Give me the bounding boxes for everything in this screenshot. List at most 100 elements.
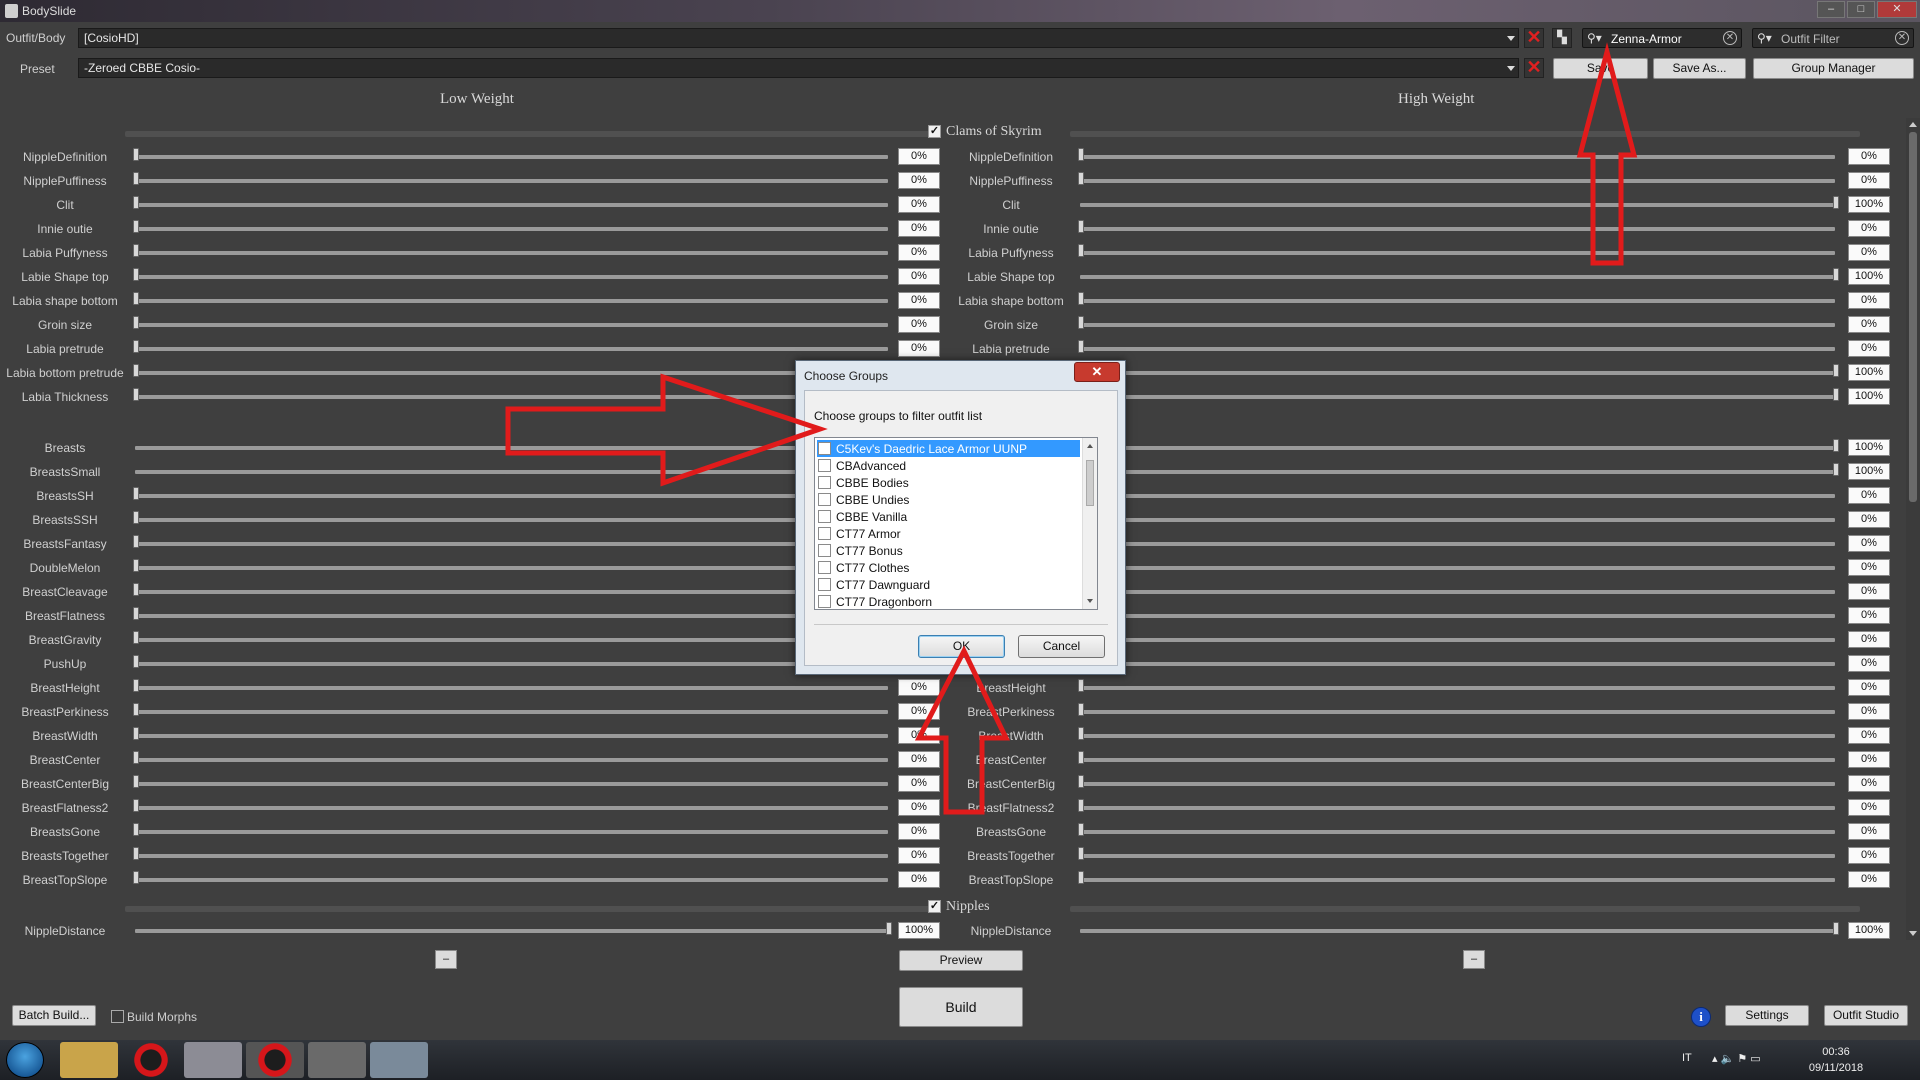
group-filter-search[interactable]: ⚲▾ Zenna-Armor ✕ bbox=[1582, 28, 1742, 48]
slider-track-low[interactable] bbox=[135, 566, 888, 570]
slider-value-high[interactable]: 0% bbox=[1848, 316, 1890, 333]
slider-track-low[interactable] bbox=[135, 179, 888, 183]
slider-track-low[interactable] bbox=[135, 470, 888, 474]
slider-value-low[interactable]: 0% bbox=[898, 148, 940, 165]
slider-value-high[interactable]: 0% bbox=[1848, 847, 1890, 864]
slider-value-high[interactable]: 100% bbox=[1848, 439, 1890, 456]
slider-value-high[interactable]: 0% bbox=[1848, 244, 1890, 261]
slider-thumb-low[interactable] bbox=[133, 679, 139, 692]
group-checkbox[interactable] bbox=[818, 476, 831, 489]
slider-value-high[interactable]: 0% bbox=[1848, 487, 1890, 504]
slider-value-high[interactable]: 100% bbox=[1848, 922, 1890, 939]
clear-search-icon[interactable]: ✕ bbox=[1723, 31, 1737, 45]
slider-track-low[interactable] bbox=[135, 299, 888, 303]
slider-value-high[interactable]: 0% bbox=[1848, 511, 1890, 528]
slider-thumb-high[interactable] bbox=[1078, 316, 1084, 329]
save-as-button[interactable]: Save As... bbox=[1653, 58, 1746, 79]
slider-track-low[interactable] bbox=[135, 251, 888, 255]
slider-track-high[interactable] bbox=[1080, 347, 1835, 351]
slider-track-high[interactable] bbox=[1080, 275, 1835, 279]
slider-scrollbar[interactable] bbox=[1906, 118, 1920, 940]
group-checkbox[interactable] bbox=[818, 493, 831, 506]
slider-track-low[interactable] bbox=[135, 878, 888, 882]
slider-value-high[interactable]: 0% bbox=[1848, 799, 1890, 816]
slider-value-high[interactable]: 0% bbox=[1848, 775, 1890, 792]
slider-value-high[interactable]: 0% bbox=[1848, 220, 1890, 237]
slider-thumb-low[interactable] bbox=[133, 631, 139, 644]
slider-track-low[interactable] bbox=[135, 710, 888, 714]
slider-value-low[interactable]: 0% bbox=[898, 172, 940, 189]
slider-value-high[interactable]: 100% bbox=[1848, 196, 1890, 213]
slider-value-high[interactable]: 100% bbox=[1848, 463, 1890, 480]
clear-search-icon[interactable]: ✕ bbox=[1895, 31, 1909, 45]
slider-thumb-low[interactable] bbox=[133, 268, 139, 281]
slider-thumb-high[interactable] bbox=[1078, 823, 1084, 836]
explorer-taskbar-icon[interactable] bbox=[60, 1042, 118, 1078]
slider-value-high[interactable]: 0% bbox=[1848, 292, 1890, 309]
clock-time[interactable]: 00:36 bbox=[1806, 1046, 1866, 1058]
slider-track-high[interactable] bbox=[1080, 470, 1835, 474]
collapse-low-button[interactable]: – bbox=[435, 950, 457, 969]
slider-value-high[interactable]: 0% bbox=[1848, 559, 1890, 576]
maximize-button[interactable]: □ bbox=[1847, 1, 1875, 18]
scroll-down-icon[interactable] bbox=[1087, 599, 1093, 603]
group-checkbox[interactable] bbox=[818, 578, 831, 591]
slider-track-low[interactable] bbox=[135, 227, 888, 231]
bodyslide-taskbar-icon[interactable] bbox=[308, 1042, 366, 1078]
slider-track-low[interactable] bbox=[135, 395, 888, 399]
paint-taskbar-icon[interactable] bbox=[370, 1042, 428, 1078]
slider-track-low[interactable] bbox=[135, 758, 888, 762]
slider-thumb-low[interactable] bbox=[133, 607, 139, 620]
slider-value-high[interactable]: 0% bbox=[1848, 172, 1890, 189]
slider-thumb-high[interactable] bbox=[1078, 244, 1084, 257]
slider-thumb-low[interactable] bbox=[133, 871, 139, 884]
opera-taskbar-icon[interactable] bbox=[122, 1042, 180, 1078]
slider-track-high[interactable] bbox=[1080, 929, 1835, 933]
slider-track-high[interactable] bbox=[1080, 758, 1835, 762]
slider-track-high[interactable] bbox=[1080, 299, 1835, 303]
speaker-icon[interactable]: ▴ 🔈 ⚑ ▭ bbox=[1712, 1053, 1761, 1065]
slider-thumb-low[interactable] bbox=[133, 340, 139, 353]
slider-value-low[interactable]: 100% bbox=[898, 922, 940, 939]
slider-thumb-low[interactable] bbox=[133, 316, 139, 329]
slider-track-low[interactable] bbox=[135, 734, 888, 738]
group-checklist-item[interactable]: CT77 Bonus bbox=[817, 542, 1080, 559]
group-header-clams[interactable]: ✓ Clams of Skyrim bbox=[0, 122, 1920, 140]
slider-value-high[interactable]: 0% bbox=[1848, 703, 1890, 720]
collapse-high-button[interactable]: – bbox=[1463, 950, 1485, 969]
slider-thumb-high[interactable] bbox=[1078, 871, 1084, 884]
media-taskbar-icon[interactable] bbox=[184, 1042, 242, 1078]
slider-value-high[interactable]: 0% bbox=[1848, 679, 1890, 696]
slider-track-low[interactable] bbox=[135, 203, 888, 207]
outfit-filter-search[interactable]: ⚲▾ Outfit Filter ✕ bbox=[1752, 28, 1914, 48]
slider-thumb-low[interactable] bbox=[133, 583, 139, 596]
slider-thumb-high[interactable] bbox=[1078, 847, 1084, 860]
slider-thumb-low[interactable] bbox=[133, 148, 139, 161]
slider-thumb-low[interactable] bbox=[133, 775, 139, 788]
slider-thumb-low[interactable] bbox=[886, 922, 892, 935]
slider-thumb-high[interactable] bbox=[1078, 220, 1084, 233]
slider-thumb-high[interactable] bbox=[1833, 388, 1839, 401]
slider-thumb-low[interactable] bbox=[133, 559, 139, 572]
group-header-nipples[interactable]: ✓ Nipples bbox=[0, 897, 1920, 915]
slider-thumb-high[interactable] bbox=[1833, 463, 1839, 476]
info-icon[interactable]: i bbox=[1691, 1007, 1711, 1027]
slider-thumb-high[interactable] bbox=[1833, 364, 1839, 377]
slider-track-high[interactable] bbox=[1080, 155, 1835, 159]
slider-track-low[interactable] bbox=[135, 494, 888, 498]
slider-track-low[interactable] bbox=[135, 446, 888, 450]
slider-track-high[interactable] bbox=[1080, 854, 1835, 858]
slider-value-high[interactable]: 0% bbox=[1848, 751, 1890, 768]
slider-thumb-high[interactable] bbox=[1833, 196, 1839, 209]
slider-value-low[interactable]: 0% bbox=[898, 775, 940, 792]
group-checkbox[interactable] bbox=[818, 459, 831, 472]
group-checkbox[interactable] bbox=[818, 561, 831, 574]
preset-dropdown[interactable]: -Zeroed CBBE Cosio- bbox=[78, 58, 1519, 78]
slider-track-low[interactable] bbox=[135, 323, 888, 327]
slider-thumb-low[interactable] bbox=[133, 655, 139, 668]
slider-track-low[interactable] bbox=[135, 854, 888, 858]
scroll-up-icon[interactable] bbox=[1909, 122, 1917, 127]
slider-value-high[interactable]: 100% bbox=[1848, 388, 1890, 405]
group-manager-button[interactable]: Group Manager bbox=[1753, 58, 1914, 79]
slider-thumb-high[interactable] bbox=[1078, 340, 1084, 353]
